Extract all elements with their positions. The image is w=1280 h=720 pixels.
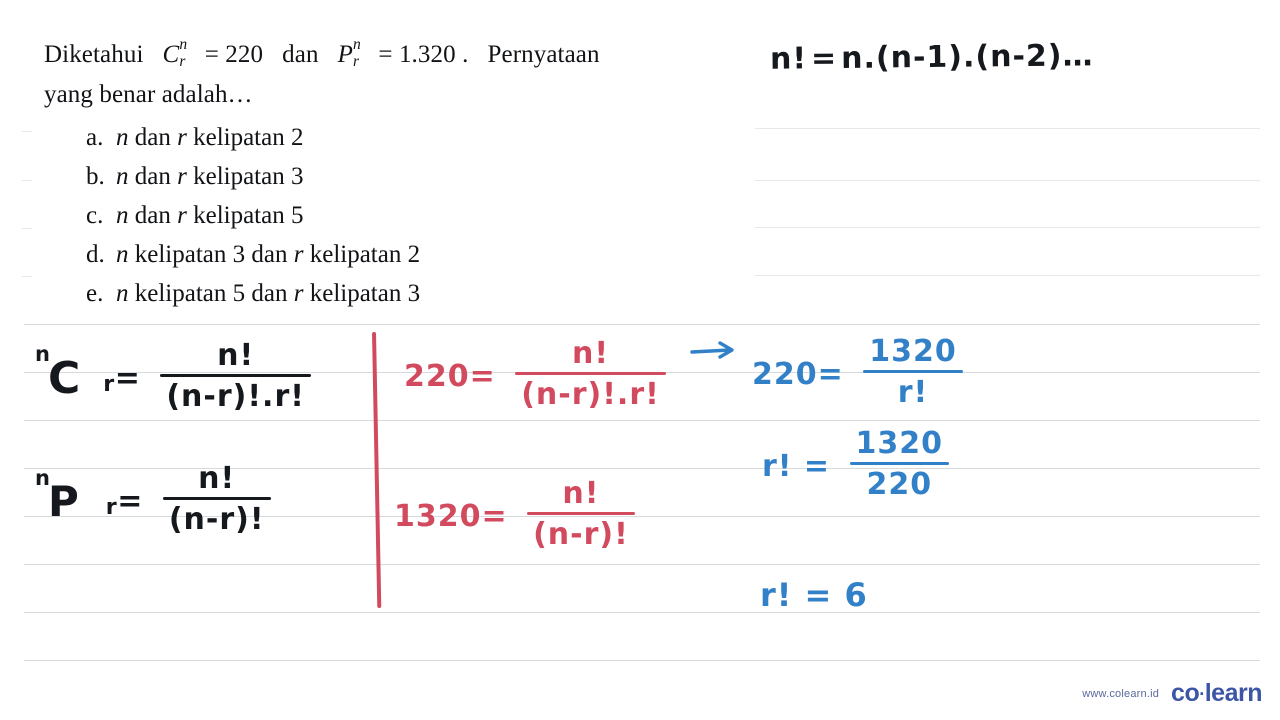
margin-tick [22, 276, 32, 277]
rule-line [24, 564, 1260, 565]
combination-formula-equals: = [114, 360, 141, 396]
permutation-formula-base: P [48, 476, 80, 526]
option-a[interactable]: a. n dan r kelipatan 2 [86, 118, 303, 157]
option-c[interactable]: c. n dan r kelipatan 5 [86, 196, 303, 235]
question-prefix: Diketahui [44, 41, 144, 68]
rfactorial-step-lhs: r! = [762, 448, 831, 484]
permutation-formula-fraction: n! (n-r)! [162, 461, 271, 537]
arrow-icon [690, 341, 734, 359]
substitution-step-numerator: 1320 [869, 334, 957, 369]
permutation-formula-superscript: n [34, 466, 51, 490]
question-suffix: Pernyataan [487, 41, 600, 68]
combination-value: = 220 [204, 41, 264, 68]
combination-equation-denominator: (n-r)!.r! [521, 377, 660, 412]
permutation-base: P [337, 41, 353, 68]
worksheet-page: Diketahui Cnr = 220 dan Pnr = 1.320 . Pe… [0, 0, 1280, 720]
handwritten-factorial-note: n! = n.(n-1).(n-2)… [770, 38, 1094, 76]
option-e-label: e. [86, 280, 104, 307]
permutation-symbol: Pnr [337, 36, 361, 74]
permutation-formula-subscript: r [105, 494, 118, 521]
rule-line [24, 324, 1260, 325]
rule-line [24, 420, 1260, 421]
option-b-label: b. [86, 163, 105, 190]
colearn-logo: co·learn [1171, 679, 1262, 708]
rule-line [755, 227, 1260, 228]
handwritten-combination-formula: nCr = n! (n-r)!.r! [35, 338, 311, 416]
combination-formula-superscript: n [34, 342, 51, 366]
rule-line [755, 275, 1260, 276]
permutation-formula-symbol: nPr [35, 466, 117, 526]
option-c-label: c. [86, 202, 104, 229]
factorial-note-rhs: n.(n-1).(n-2)… [841, 38, 1094, 76]
combination-equation-fraction-bar [515, 372, 666, 375]
combination-formula-symbol: nCr [35, 342, 114, 404]
permutation-formula-fraction-bar [162, 497, 271, 500]
handwritten-result: r! = 6 [760, 576, 868, 614]
option-b[interactable]: b. n dan r kelipatan 3 [86, 157, 303, 196]
permutation-formula-equals: = [117, 483, 144, 519]
permutation-subscript: r [353, 52, 360, 70]
watermark: www.colearn.id co·learn [1082, 679, 1262, 708]
rfactorial-step-fraction-bar [849, 462, 950, 465]
substitution-step-lhs: 220= [752, 356, 844, 392]
rule-line [24, 612, 1260, 613]
factorial-note-lhs: n! [769, 41, 808, 77]
permutation-equation-numerator: n! [562, 476, 600, 511]
margin-tick [22, 180, 32, 181]
substitution-step-denominator: r! [897, 375, 929, 410]
combination-equation-fraction: n! (n-r)!.r! [515, 336, 666, 412]
combination-symbol: Cnr [162, 36, 188, 74]
rfactorial-step-numerator: 1320 [855, 426, 944, 461]
logo-text-left: co [1171, 679, 1200, 707]
question-line-2: yang benar adalah… [44, 81, 253, 108]
rfactorial-step-fraction: 1320 220 [849, 426, 950, 502]
combination-equation-lhs: 220= [404, 358, 496, 394]
option-d-label: d. [86, 241, 105, 268]
combination-formula-fraction: n! (n-r)!.r! [160, 338, 311, 414]
question-period: . [462, 41, 469, 68]
permutation-formula-denominator: (n-r)! [168, 502, 265, 537]
handwritten-combination-equation: 220= n! (n-r)!.r! [404, 336, 666, 414]
rfactorial-step-denominator: 220 [866, 467, 933, 502]
permutation-formula-numerator: n! [198, 461, 236, 496]
rule-line [755, 180, 1260, 181]
combination-formula-base: C [48, 352, 82, 404]
combination-formula-subscript: r [103, 371, 116, 398]
rule-line [24, 660, 1260, 661]
combination-formula-denominator: (n-r)!.r! [166, 379, 305, 414]
handwritten-rfactorial-step: r! = 1320 220 [762, 426, 950, 504]
permutation-equation-fraction-bar [527, 512, 635, 515]
question-conjunction: dan [282, 41, 319, 68]
option-a-label: a. [86, 124, 104, 151]
rule-line [755, 128, 1260, 129]
substitution-step-fraction: 1320 r! [863, 334, 963, 410]
watermark-url: www.colearn.id [1082, 687, 1160, 700]
logo-text-right: learn [1204, 679, 1263, 707]
question-line-1: Diketahui Cnr = 220 dan Pnr = 1.320 . Pe… [44, 36, 600, 74]
handwritten-permutation-formula: nPr = n! (n-r)! [35, 461, 271, 539]
permutation-equation-denominator: (n-r)! [533, 517, 629, 552]
factorial-note-equals: = [810, 40, 838, 77]
option-e[interactable]: e. n kelipatan 5 dan r kelipatan 3 [86, 274, 420, 313]
margin-tick [22, 131, 32, 132]
handwritten-substitution-step: 220= 1320 r! [752, 334, 963, 412]
combination-base: C [162, 41, 180, 68]
combination-subscript: r [179, 52, 186, 70]
combination-equation-numerator: n! [571, 336, 610, 371]
permutation-equation-fraction: n! (n-r)! [527, 476, 635, 552]
permutation-value: = 1.320 [378, 41, 456, 68]
margin-tick [22, 228, 32, 229]
handwritten-permutation-equation: 1320= n! (n-r)! [394, 476, 635, 554]
combination-formula-numerator: n! [217, 338, 255, 373]
substitution-step-fraction-bar [863, 370, 963, 373]
permutation-equation-lhs: 1320= [394, 498, 508, 534]
option-d[interactable]: d. n kelipatan 3 dan r kelipatan 2 [86, 235, 420, 274]
combination-formula-fraction-bar [160, 374, 311, 377]
red-vertical-divider [372, 331, 382, 608]
